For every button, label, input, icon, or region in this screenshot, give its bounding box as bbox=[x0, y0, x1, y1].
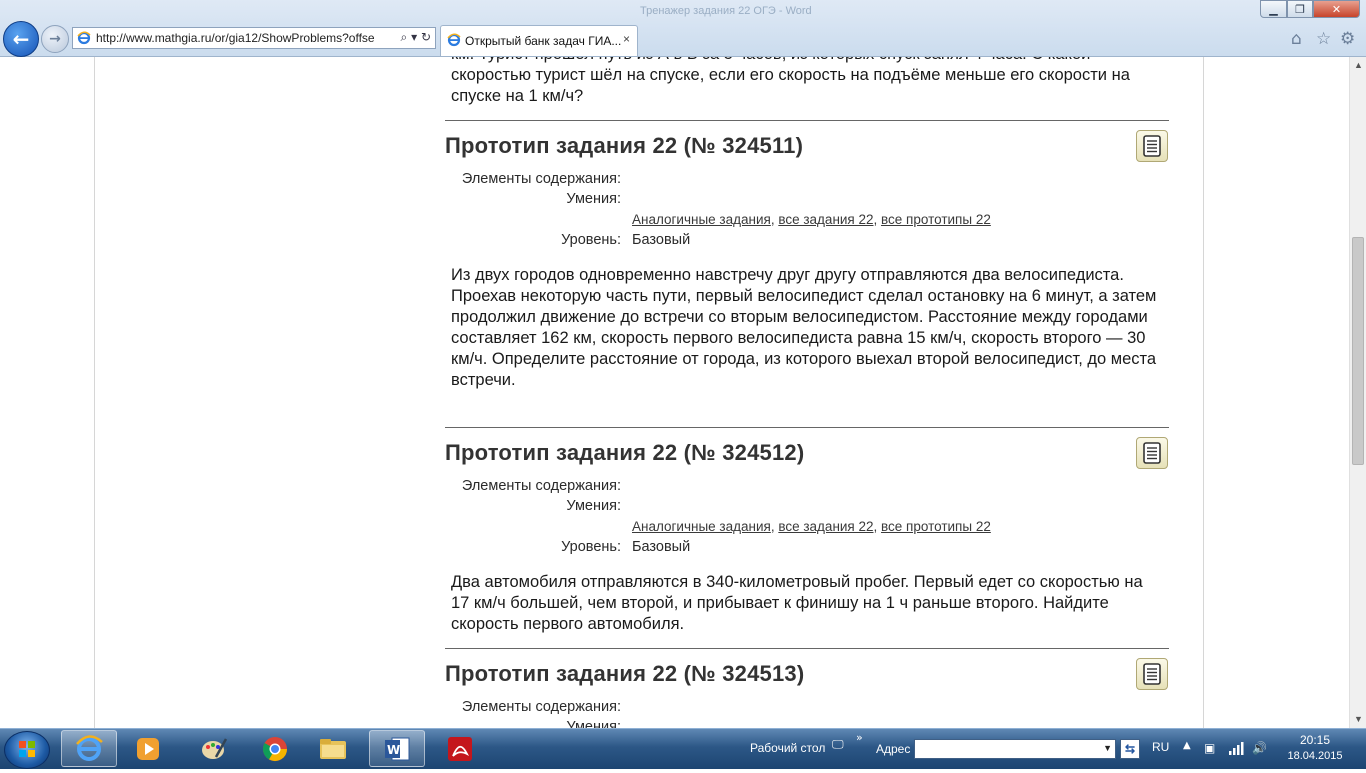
system-clock[interactable]: 20:15 18.04.2015 bbox=[1284, 733, 1346, 762]
page-viewport: км. Турист прошёл путь из А в В за 5 час… bbox=[0, 57, 1349, 728]
skills-label: Умения: bbox=[566, 498, 621, 514]
level-value: Базовый bbox=[632, 539, 691, 555]
language-indicator[interactable]: RU bbox=[1152, 740, 1169, 754]
level-label: Уровень: bbox=[561, 539, 621, 555]
scroll-thumb[interactable] bbox=[1352, 237, 1364, 465]
divider bbox=[445, 648, 1169, 649]
tray-expand-icon[interactable]: ▲ bbox=[1183, 740, 1191, 751]
taskbar-address-input[interactable]: ▼ bbox=[914, 739, 1116, 759]
problem-title: Прототип задания 22 (№ 324513) bbox=[445, 661, 805, 686]
address-toolbar-label: Адрес bbox=[876, 742, 911, 756]
network-device-icon[interactable]: ▣ bbox=[1204, 741, 1215, 755]
print-button[interactable] bbox=[1136, 437, 1168, 469]
taskbar: W Рабочий стол 🖵 » Адрес ▼ ⇆ RU ▲ ▣ 🔊 20… bbox=[0, 728, 1366, 769]
refresh-icon[interactable]: ↻ bbox=[421, 30, 431, 44]
taskbar-word[interactable]: W bbox=[369, 730, 425, 767]
skills-label: Умения: bbox=[566, 719, 621, 728]
clock-time: 20:15 bbox=[1299, 733, 1331, 747]
problem-card: Прототип задания 22 (№ 324512) Элементы … bbox=[445, 427, 1169, 633]
taskbar-acrobat[interactable] bbox=[432, 730, 488, 767]
clock-date: 18.04.2015 bbox=[1287, 750, 1343, 762]
address-bar[interactable]: http://www.mathgia.ru/or/gia12/ShowProbl… bbox=[72, 27, 436, 49]
pdf-icon bbox=[448, 736, 472, 761]
browser-tab[interactable]: Открытый банк задач ГИА... × bbox=[440, 25, 638, 56]
taskbar-explorer[interactable] bbox=[305, 730, 361, 767]
dropdown-icon[interactable]: ▼ bbox=[1103, 743, 1112, 753]
browser-chrome: Тренажер задания 22 ОГЭ - Word ▁ ❐ ✕ ← →… bbox=[0, 0, 1366, 57]
document-icon bbox=[1143, 442, 1161, 464]
all-prototypes-link[interactable]: все прототипы 22 bbox=[881, 212, 991, 227]
content-elements-label: Элементы содержания: bbox=[461, 699, 621, 715]
divider bbox=[445, 120, 1169, 121]
windows-logo-icon bbox=[19, 741, 35, 757]
skills-label: Умения: bbox=[566, 191, 621, 207]
similar-tasks-link[interactable]: Аналогичные задания bbox=[632, 519, 771, 534]
media-player-icon bbox=[137, 737, 159, 760]
all-prototypes-link[interactable]: все прототипы 22 bbox=[881, 519, 991, 534]
chevron-double-right-icon[interactable]: » bbox=[856, 731, 863, 744]
go-button[interactable]: ⇆ bbox=[1120, 739, 1140, 759]
go-arrows-icon: ⇆ bbox=[1124, 742, 1136, 756]
tab-title: Открытый банк задач ГИА... bbox=[465, 34, 622, 48]
back-button[interactable]: ← bbox=[3, 21, 39, 57]
folder-icon bbox=[320, 738, 346, 759]
problem-card: Прототип задания 22 (№ 324513) Элементы … bbox=[445, 648, 1169, 728]
ie-page-icon bbox=[77, 31, 91, 50]
desktop-icon[interactable]: 🖵 bbox=[832, 737, 844, 752]
tab-close-button[interactable]: × bbox=[623, 32, 630, 46]
related-links: Аналогичные задания, все задания 22, все… bbox=[632, 212, 991, 227]
word-icon: W bbox=[385, 737, 410, 760]
paint-icon bbox=[202, 737, 228, 759]
problem-title: Прототип задания 22 (№ 324511) bbox=[445, 133, 804, 158]
taskbar-ie[interactable] bbox=[61, 730, 117, 767]
print-button[interactable] bbox=[1136, 658, 1168, 690]
scroll-down-icon[interactable]: ▼ bbox=[1350, 711, 1366, 728]
similar-tasks-link[interactable]: Аналогичные задания bbox=[632, 212, 771, 227]
signal-bars-icon[interactable] bbox=[1228, 741, 1244, 758]
previous-problem-text: км. Турист прошёл путь из А в В за 5 час… bbox=[451, 57, 1130, 105]
problem-title: Прототип задания 22 (№ 324512) bbox=[445, 440, 805, 465]
content-elements-label: Элементы содержания: bbox=[461, 478, 621, 494]
search-icon[interactable]: ⌕ bbox=[401, 30, 408, 44]
arrow-left-icon: ← bbox=[12, 27, 30, 51]
content-elements-label: Элементы содержания: bbox=[461, 171, 621, 187]
start-button[interactable] bbox=[4, 731, 50, 769]
svg-text:W: W bbox=[387, 743, 400, 757]
scroll-up-icon[interactable]: ▲ bbox=[1350, 57, 1366, 74]
minimize-button[interactable]: ▁ bbox=[1260, 0, 1287, 18]
close-window-button[interactable]: ✕ bbox=[1313, 0, 1360, 18]
vertical-scrollbar[interactable]: ▲ ▼ bbox=[1349, 57, 1366, 728]
problem-text: Из двух городов одновременно навстречу д… bbox=[451, 266, 1157, 389]
level-label: Уровень: bbox=[561, 232, 621, 248]
all-tasks-link[interactable]: все задания 22 bbox=[778, 519, 873, 534]
maximize-button[interactable]: ❐ bbox=[1287, 0, 1313, 18]
problem-card: Прототип задания 22 (№ 324511) Элементы … bbox=[445, 120, 1169, 389]
divider bbox=[445, 427, 1169, 428]
chevron-down-icon[interactable]: ▾ bbox=[411, 30, 417, 44]
taskbar-media-player[interactable] bbox=[120, 730, 176, 767]
arrow-right-icon: → bbox=[49, 31, 61, 47]
home-icon[interactable]: ⌂ bbox=[1291, 29, 1302, 49]
print-button[interactable] bbox=[1136, 130, 1168, 162]
all-tasks-link[interactable]: все задания 22 bbox=[778, 212, 873, 227]
desktop-toolbar-label[interactable]: Рабочий стол bbox=[750, 741, 825, 755]
ie-tab-icon bbox=[447, 33, 461, 52]
window-title: Тренажер задания 22 ОГЭ - Word bbox=[640, 5, 812, 17]
volume-icon[interactable]: 🔊 bbox=[1252, 741, 1267, 755]
document-icon bbox=[1143, 663, 1161, 685]
taskbar-paint[interactable] bbox=[186, 730, 242, 767]
star-icon[interactable]: ☆ bbox=[1316, 29, 1331, 49]
problem-text: Два автомобиля отправляются в 340-киломе… bbox=[451, 573, 1143, 633]
address-url[interactable]: http://www.mathgia.ru/or/gia12/ShowProbl… bbox=[96, 31, 386, 45]
internet-explorer-icon bbox=[76, 734, 103, 761]
document-icon bbox=[1143, 135, 1161, 157]
gear-icon[interactable]: ⚙ bbox=[1340, 29, 1355, 49]
taskbar-chrome[interactable] bbox=[247, 730, 303, 767]
related-links: Аналогичные задания, все задания 22, все… bbox=[632, 519, 991, 534]
forward-button[interactable]: → bbox=[41, 25, 69, 53]
level-value: Базовый bbox=[632, 232, 691, 248]
chrome-icon bbox=[262, 736, 287, 761]
